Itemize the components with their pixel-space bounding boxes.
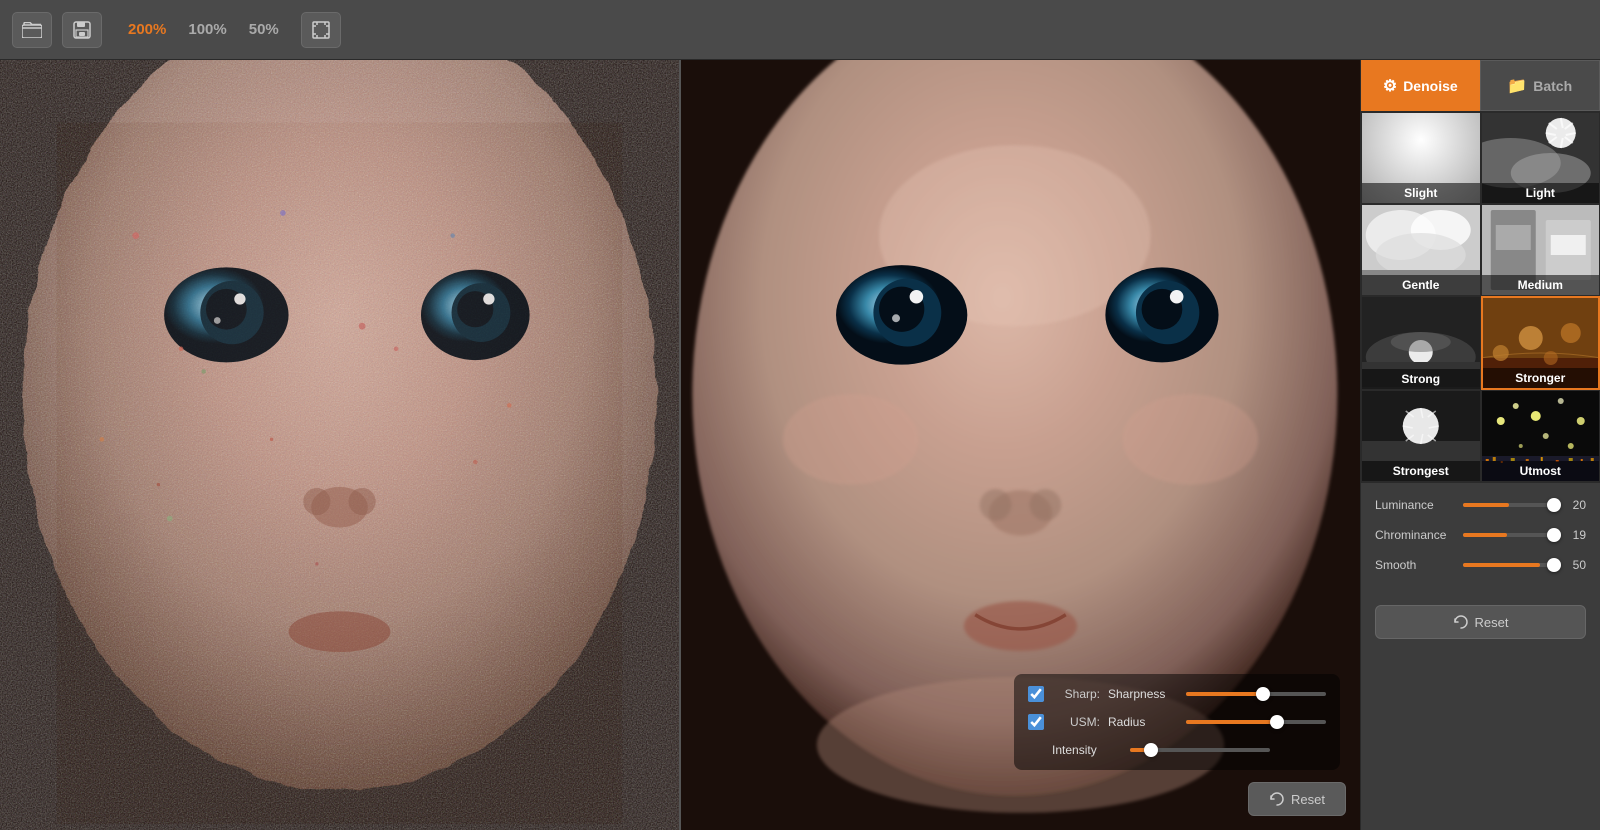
luminance-slider[interactable] <box>1463 495 1554 515</box>
smooth-slider[interactable] <box>1463 555 1554 575</box>
sharp-control-row: Sharp: Sharpness <box>1028 684 1326 704</box>
intensity-control-row: Intensity <box>1028 740 1326 760</box>
toolbar: 200% 100% 50% <box>0 0 1600 60</box>
preset-stronger-label: Stronger <box>1483 368 1599 388</box>
intensity-thumb <box>1144 743 1158 757</box>
preset-strong-label: Strong <box>1362 369 1480 389</box>
preset-grid: Slight Light <box>1361 112 1600 482</box>
zoom-group: 200% 100% 50% <box>120 17 287 42</box>
chrominance-label: Chrominance <box>1375 528 1455 542</box>
sharp-label: Sharp: <box>1052 687 1100 701</box>
canvas-reset-label: Reset <box>1291 792 1325 807</box>
fit-button[interactable] <box>301 12 341 48</box>
preset-slight-label: Slight <box>1362 183 1480 203</box>
chrominance-slider[interactable] <box>1463 525 1554 545</box>
smooth-slider-row: Smooth 50 <box>1375 555 1586 575</box>
zoom-50-button[interactable]: 50% <box>241 17 287 42</box>
preset-light-label: Light <box>1482 183 1600 203</box>
sharpness-label: Sharpness <box>1108 687 1178 701</box>
open-button[interactable] <box>12 12 52 48</box>
preset-light[interactable]: Light <box>1481 112 1600 204</box>
after-panel: Sharp: Sharpness USM: Radius <box>679 60 1360 830</box>
smooth-thumb <box>1547 558 1561 572</box>
save-button[interactable] <box>62 12 102 48</box>
preset-utmost-label: Utmost <box>1482 461 1600 481</box>
preset-strongest[interactable]: Strongest <box>1361 390 1481 482</box>
zoom-100-button[interactable]: 100% <box>180 17 234 42</box>
preset-gentle-label: Gentle <box>1362 275 1480 295</box>
tab-denoise[interactable]: ⚙ Denoise <box>1361 60 1480 111</box>
canvas-reset-button[interactable]: Reset <box>1248 782 1346 816</box>
zoom-200-button[interactable]: 200% <box>120 17 174 42</box>
radius-slider[interactable] <box>1186 712 1326 732</box>
before-image <box>0 60 679 830</box>
preset-utmost[interactable]: Utmost <box>1481 390 1600 482</box>
preset-stronger[interactable]: Stronger <box>1481 296 1600 390</box>
tab-denoise-label: Denoise <box>1403 78 1457 94</box>
preset-strong[interactable]: Strong <box>1361 296 1481 390</box>
preset-strongest-label: Strongest <box>1362 461 1480 481</box>
preset-medium-label: Medium <box>1482 275 1600 295</box>
smooth-fill <box>1463 563 1540 567</box>
radius-thumb <box>1270 715 1284 729</box>
right-reset-label: Reset <box>1475 615 1509 630</box>
preset-slight[interactable]: Slight <box>1361 112 1481 204</box>
batch-icon: 📁 <box>1507 76 1527 96</box>
luminance-slider-row: Luminance 20 <box>1375 495 1586 515</box>
usm-label: USM: <box>1052 715 1100 729</box>
intensity-label: Intensity <box>1052 743 1122 757</box>
chrominance-fill <box>1463 533 1507 537</box>
radius-fill <box>1186 720 1277 724</box>
preset-gentle[interactable]: Gentle <box>1361 204 1481 296</box>
luminance-fill <box>1463 503 1509 507</box>
split-view: Sharp: Sharpness USM: Radius <box>0 60 1360 830</box>
right-panel: ⚙ Denoise 📁 Batch Slight <box>1360 60 1600 830</box>
denoise-icon: ⚙ <box>1383 76 1397 96</box>
canvas-area: Sharp: Sharpness USM: Radius <box>0 60 1360 830</box>
luminance-label: Luminance <box>1375 498 1455 512</box>
chrominance-slider-row: Chrominance 19 <box>1375 525 1586 545</box>
usm-checkbox[interactable] <box>1028 714 1044 730</box>
controls-overlay: Sharp: Sharpness USM: Radius <box>1014 674 1340 770</box>
main-area: Sharp: Sharpness USM: Radius <box>0 60 1600 830</box>
sliders-section: Luminance 20 Chrominance 19 <box>1361 482 1600 597</box>
smooth-value: 50 <box>1562 558 1586 572</box>
right-reset-button[interactable]: Reset <box>1375 605 1586 639</box>
sharpness-fill <box>1186 692 1263 696</box>
usm-control-row: USM: Radius <box>1028 712 1326 732</box>
tab-batch[interactable]: 📁 Batch <box>1480 60 1600 111</box>
luminance-thumb <box>1547 498 1561 512</box>
sharpness-thumb <box>1256 687 1270 701</box>
right-tabs: ⚙ Denoise 📁 Batch <box>1361 60 1600 112</box>
sharpness-slider[interactable] <box>1186 684 1326 704</box>
preset-medium[interactable]: Medium <box>1481 204 1600 296</box>
chrominance-thumb <box>1547 528 1561 542</box>
luminance-value: 20 <box>1562 498 1586 512</box>
chrominance-value: 19 <box>1562 528 1586 542</box>
intensity-slider[interactable] <box>1130 740 1270 760</box>
smooth-label: Smooth <box>1375 558 1455 572</box>
before-panel <box>0 60 679 830</box>
sharp-checkbox[interactable] <box>1028 686 1044 702</box>
radius-label: Radius <box>1108 715 1178 729</box>
tab-batch-label: Batch <box>1533 78 1572 94</box>
